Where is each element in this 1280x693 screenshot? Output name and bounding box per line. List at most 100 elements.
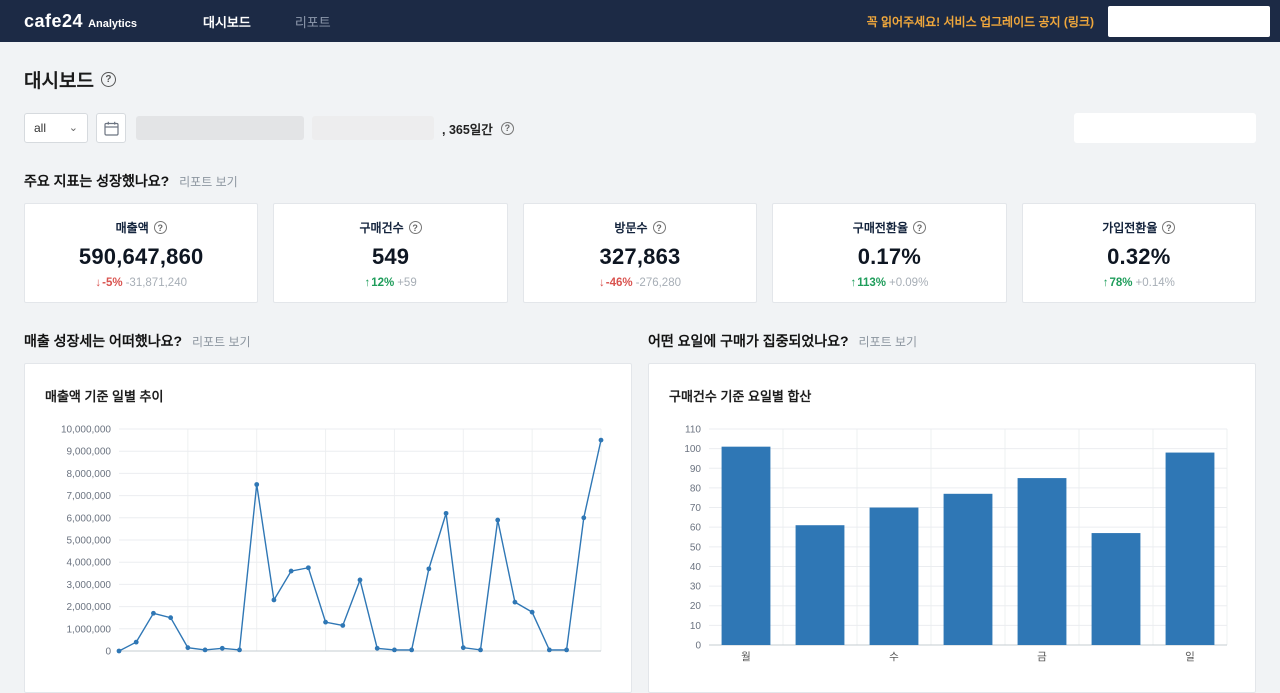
kpi-card-sales: 매출액 ? 590,647,860 ↓-5% -31,871,240 (24, 203, 259, 303)
svg-text:5,000,000: 5,000,000 (67, 536, 112, 547)
kpi-delta-abs: +59 (397, 277, 417, 289)
svg-text:20: 20 (690, 601, 702, 612)
masked-filter-control[interactable] (1074, 113, 1256, 143)
kpi-value: 590,647,860 (78, 244, 204, 269)
masked-nav-control[interactable] (1108, 5, 1270, 37)
kpi-grid: 매출액 ? 590,647,860 ↓-5% -31,871,240 구매건수 ?… (24, 203, 1256, 303)
weekday-purchases-chart-card: 구매건수 기준 요일별 합산 0 10 20 30 40 50 60 70 80 90 100 110… (648, 363, 1256, 693)
svg-text:100: 100 (684, 444, 701, 455)
weekday-column: 어떤 요일에 구매가 집중되었나요? 리포트 보기 구매건수 기준 요일별 합산… (648, 331, 1256, 693)
svg-text:월: 월 (741, 651, 751, 663)
kpi-delta-abs: +0.14% (1135, 277, 1175, 289)
arrow-up-icon: ↑ (364, 277, 371, 289)
logo-suffix: Analytics (88, 17, 137, 30)
info-icon[interactable]: ? (912, 221, 926, 234)
chevron-down-icon: ⌄ (68, 121, 78, 134)
kpi-delta: ↑12% +59 (282, 277, 498, 289)
kpi-card-signup-conversion: 가입전환율 ? 0.32% ↑78% +0.14% (1021, 203, 1256, 303)
svg-text:수: 수 (889, 651, 899, 663)
period-help-icon[interactable]: ? (500, 121, 514, 135)
sales-report-link[interactable]: 리포트 보기 (192, 333, 251, 350)
scope-select[interactable]: all ⌄ (24, 113, 88, 143)
scope-select-value: all (34, 121, 47, 135)
kpi-label: 구매건수 (359, 221, 404, 235)
kpi-delta-pct: -5% (102, 277, 123, 289)
kpi-value: 549 (371, 244, 410, 269)
weekday-section-question: 어떤 요일에 구매가 집중되었나요? (648, 333, 849, 349)
svg-text:80: 80 (690, 483, 702, 494)
svg-text:8,000,000: 8,000,000 (67, 469, 112, 480)
kpi-report-link[interactable]: 리포트 보기 (179, 173, 238, 190)
kpi-section-head: 주요 지표는 성장했나요? 리포트 보기 (24, 171, 1256, 191)
kpi-label: 구매전환율 (852, 221, 908, 235)
info-icon[interactable]: ? (1162, 221, 1176, 234)
dashboard-page: 대시보드 ? all ⌄ , 365일간 ? 주요 지표는 성장했나요? 리포트… (0, 42, 1280, 693)
nav-tab-report[interactable]: 리포트 (273, 0, 353, 42)
sales-section-head: 매출 성장세는 어떠했나요? 리포트 보기 (24, 331, 632, 351)
calendar-icon (103, 121, 119, 136)
svg-text:90: 90 (690, 464, 702, 475)
daily-sales-chart-card: 매출액 기준 일별 추이 0 1,000,000 2,000,000 3,000,00… (24, 363, 632, 693)
svg-text:6,000,000: 6,000,000 (67, 513, 112, 524)
navbar: cafe24 Analytics 대시보드 리포트 꼭 읽어주세요! 서비스 업… (0, 0, 1280, 42)
masked-date-compare[interactable] (312, 116, 434, 140)
svg-text:2,000,000: 2,000,000 (67, 602, 112, 613)
info-icon[interactable]: ? (652, 221, 666, 234)
kpi-delta-pct: 113% (857, 277, 886, 289)
arrow-down-icon: ↓ (598, 277, 605, 289)
weekday-section-head: 어떤 요일에 구매가 집중되었나요? 리포트 보기 (648, 331, 1256, 351)
arrow-down-icon: ↓ (95, 277, 102, 289)
masked-date-range[interactable] (136, 116, 304, 140)
arrow-up-icon: ↑ (1102, 277, 1109, 289)
weekday-report-link[interactable]: 리포트 보기 (859, 333, 918, 350)
sales-section-question: 매출 성장세는 어떠했나요? (24, 333, 183, 349)
svg-text:40: 40 (690, 562, 702, 573)
nav-tab-dashboard[interactable]: 대시보드 (181, 0, 273, 42)
page-title: 대시보드 (24, 71, 94, 92)
svg-text:10,000,000: 10,000,000 (61, 425, 111, 436)
svg-text:3,000,000: 3,000,000 (67, 580, 112, 591)
svg-text:30: 30 (690, 582, 702, 593)
svg-text:일: 일 (1185, 650, 1195, 663)
svg-text:1,000,000: 1,000,000 (67, 624, 112, 635)
svg-text:4,000,000: 4,000,000 (67, 558, 112, 569)
kpi-label: 매출액 (115, 221, 149, 235)
kpi-delta-abs: +0.09% (888, 277, 929, 289)
page-title-row: 대시보드 ? (24, 66, 1256, 93)
logo-text: cafe24 (24, 10, 84, 31)
svg-text:9,000,000: 9,000,000 (67, 447, 112, 458)
kpi-card-visits: 방문수 ? 327,863 ↓-46% -276,280 (522, 203, 758, 303)
kpi-delta-pct: -46% (605, 277, 633, 289)
svg-text:60: 60 (690, 523, 702, 534)
svg-text:7,000,000: 7,000,000 (67, 491, 112, 502)
svg-text:70: 70 (690, 503, 702, 514)
kpi-delta-pct: 12% (371, 277, 395, 289)
kpi-label: 가입전환율 (1102, 221, 1158, 235)
svg-text:50: 50 (690, 542, 702, 553)
charts-row: 매출 성장세는 어떠했나요? 리포트 보기 매출액 기준 일별 추이 0 1,00… (24, 331, 1256, 693)
kpi-card-purchase-conversion: 구매전환율 ? 0.17% ↑113% +0.09% (772, 203, 1007, 303)
kpi-card-purchases: 구매건수 ? 549 ↑12% +59 (273, 203, 508, 303)
svg-text:0: 0 (105, 647, 111, 658)
weekday-purchases-bar-chart: 0 10 20 30 40 50 60 70 80 90 100 110 월 수 금 일 (669, 419, 1235, 672)
kpi-value: 0.32% (1107, 244, 1171, 269)
kpi-delta: ↓-46% -276,280 (532, 277, 748, 289)
kpi-delta-pct: 78% (1109, 277, 1133, 289)
kpi-delta-abs: -276,280 (635, 277, 681, 289)
sales-trend-column: 매출 성장세는 어떠했나요? 리포트 보기 매출액 기준 일별 추이 0 1,00… (24, 331, 632, 693)
svg-text:금: 금 (1037, 651, 1047, 663)
cafe24-logo[interactable]: cafe24 Analytics (24, 11, 137, 32)
period-label: , 365일간 (442, 122, 493, 137)
kpi-label: 방문수 (614, 221, 648, 235)
kpi-value: 327,863 (599, 244, 681, 269)
kpi-delta: ↑78% +0.14% (1031, 277, 1247, 289)
info-icon[interactable]: ? (408, 221, 422, 234)
daily-sales-chart-title: 매출액 기준 일별 추이 (45, 389, 164, 404)
arrow-up-icon: ↑ (850, 277, 857, 289)
date-picker-button[interactable] (96, 113, 126, 143)
help-icon[interactable]: ? (100, 72, 116, 87)
info-icon[interactable]: ? (153, 221, 167, 234)
upgrade-notice-link[interactable]: 꼭 읽어주세요! 서비스 업그레이드 공지 (링크) (867, 13, 1094, 30)
kpi-value: 0.17% (857, 244, 922, 269)
svg-text:10: 10 (690, 621, 702, 632)
